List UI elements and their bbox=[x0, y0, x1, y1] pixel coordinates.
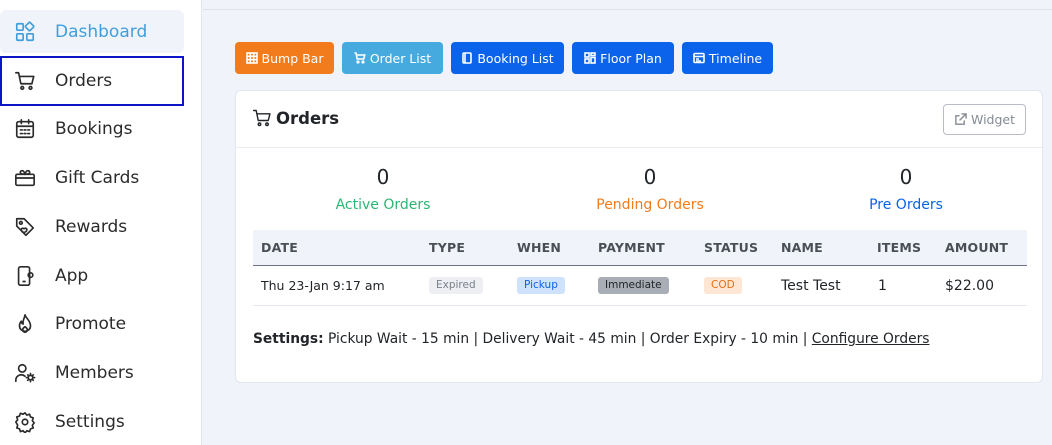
sidebar-item-label: Gift Cards bbox=[55, 167, 140, 188]
sidebar-item-label: Promote bbox=[55, 313, 127, 334]
column-header-amount: AMOUNT bbox=[945, 240, 1009, 255]
widget-button[interactable]: Widget bbox=[943, 104, 1026, 135]
sidebar-item-label: Dashboard bbox=[55, 21, 148, 42]
table-header: DATE TYPE WHEN PAYMENT STATUS NAME ITEMS… bbox=[253, 230, 1027, 266]
stat-pre-orders: 0 Pre Orders bbox=[776, 163, 1036, 213]
bump-bar-button[interactable]: Bump Bar bbox=[235, 42, 334, 74]
stat-label: Pre Orders bbox=[869, 197, 943, 213]
column-header-status: STATUS bbox=[704, 240, 759, 255]
cell-type: Expired bbox=[429, 266, 483, 306]
card-title: Orders bbox=[252, 108, 339, 128]
cell-date: Thu 23-Jan 9:17 am bbox=[261, 278, 385, 293]
stat-value: 0 bbox=[899, 165, 913, 189]
members-icon bbox=[13, 361, 37, 385]
sidebar-item-label: Rewards bbox=[55, 216, 128, 237]
book-icon bbox=[462, 52, 473, 64]
table-row[interactable]: Thu 23-Jan 9:17 am Expired Pickup Immedi… bbox=[253, 266, 1027, 306]
column-header-items: ITEMS bbox=[877, 240, 922, 255]
order-list-label: Order List bbox=[369, 50, 432, 66]
sidebar-item-label: Members bbox=[55, 362, 134, 383]
settings-text: Pickup Wait - 15 min | Delivery Wait - 4… bbox=[323, 331, 812, 347]
sidebar: Dashboard Orders Bookings Gift Cards Rew… bbox=[0, 0, 202, 445]
cell-payment: Immediate bbox=[598, 266, 669, 306]
settings-label: Settings: bbox=[253, 331, 324, 347]
sidebar-item-settings[interactable]: Settings bbox=[0, 400, 184, 443]
booking-list-button[interactable]: Booking List bbox=[451, 42, 564, 74]
column-header-date: DATE bbox=[261, 240, 298, 255]
cart-icon bbox=[252, 109, 271, 127]
cell-status: COD bbox=[704, 266, 742, 306]
configure-orders-link[interactable]: Configure Orders bbox=[812, 331, 930, 347]
sidebar-item-label: Settings bbox=[55, 411, 125, 432]
column-header-when: WHEN bbox=[517, 240, 562, 255]
floor-plan-icon bbox=[584, 52, 596, 64]
stat-active-orders: 0 Active Orders bbox=[253, 163, 513, 213]
sidebar-item-app[interactable]: App bbox=[0, 254, 184, 297]
order-settings-summary: Settings: Pickup Wait - 15 min | Deliver… bbox=[253, 331, 929, 347]
stat-pending-orders: 0 Pending Orders bbox=[520, 163, 780, 213]
type-badge: Expired bbox=[429, 277, 483, 294]
header-divider bbox=[203, 9, 1052, 10]
sidebar-item-members[interactable]: Members bbox=[0, 351, 184, 394]
floor-plan-label: Floor Plan bbox=[600, 50, 662, 66]
sidebar-item-label: Bookings bbox=[55, 118, 133, 139]
phone-icon bbox=[13, 264, 37, 288]
dashboard-icon bbox=[13, 20, 37, 44]
calendar-icon bbox=[13, 117, 37, 141]
flame-icon bbox=[13, 312, 37, 336]
card-title-text: Orders bbox=[276, 108, 340, 128]
cart-icon bbox=[354, 52, 366, 64]
sidebar-item-label: Orders bbox=[55, 71, 113, 91]
stat-value: 0 bbox=[376, 165, 390, 189]
stat-label: Active Orders bbox=[335, 197, 431, 213]
cell-amount: $22.00 bbox=[945, 278, 994, 294]
column-header-payment: PAYMENT bbox=[598, 240, 665, 255]
column-header-name: NAME bbox=[781, 240, 823, 255]
order-list-button[interactable]: Order List bbox=[342, 42, 443, 74]
sidebar-item-label: App bbox=[55, 265, 89, 286]
cart-icon bbox=[13, 69, 37, 93]
stat-label: Pending Orders bbox=[596, 197, 704, 213]
column-header-type: TYPE bbox=[429, 240, 466, 255]
floor-plan-button[interactable]: Floor Plan bbox=[572, 42, 674, 74]
payment-badge: Immediate bbox=[598, 277, 669, 294]
external-link-icon bbox=[955, 113, 967, 125]
stat-value: 0 bbox=[643, 165, 657, 189]
bump-bar-label: Bump Bar bbox=[261, 50, 324, 66]
sidebar-item-bookings[interactable]: Bookings bbox=[0, 107, 184, 150]
sidebar-item-promote[interactable]: Promote bbox=[0, 302, 184, 345]
timeline-icon bbox=[693, 52, 705, 64]
sidebar-item-gift-cards[interactable]: Gift Cards bbox=[0, 156, 184, 199]
orders-card: Orders Widget 0 Active Orders 0 Pending … bbox=[235, 90, 1043, 383]
booking-list-label: Booking List bbox=[477, 50, 554, 66]
sidebar-item-dashboard[interactable]: Dashboard bbox=[0, 10, 184, 53]
widget-label: Widget bbox=[970, 112, 1016, 127]
sidebar-item-orders[interactable]: Orders bbox=[0, 56, 184, 106]
gear-icon bbox=[13, 410, 37, 434]
cell-name: Test Test bbox=[781, 278, 841, 294]
gift-icon bbox=[13, 166, 37, 190]
sidebar-item-rewards[interactable]: Rewards bbox=[0, 205, 184, 248]
timeline-button[interactable]: Timeline bbox=[682, 42, 773, 74]
timeline-label: Timeline bbox=[708, 50, 763, 66]
cell-when: Pickup bbox=[517, 266, 565, 306]
cell-items: 1 bbox=[878, 278, 887, 294]
grid-icon bbox=[245, 52, 258, 64]
when-badge: Pickup bbox=[517, 277, 565, 294]
status-badge: COD bbox=[704, 277, 742, 294]
tag-icon bbox=[13, 215, 37, 239]
card-header: Orders Widget bbox=[236, 91, 1042, 148]
